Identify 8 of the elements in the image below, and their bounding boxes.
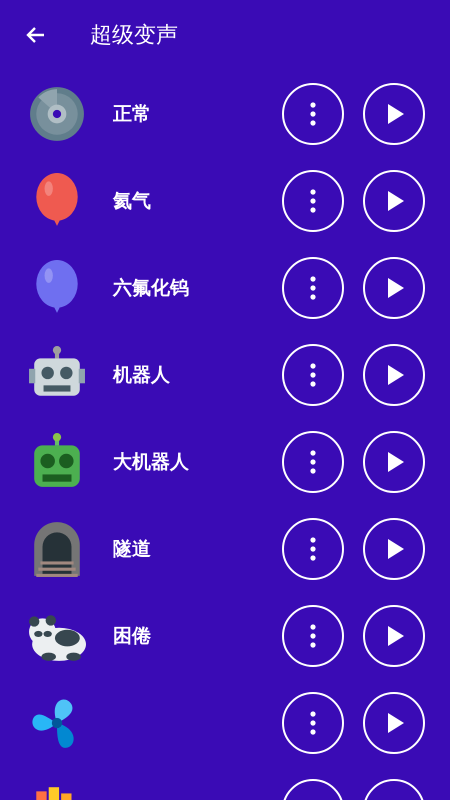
effect-name: 氦气 [113, 188, 152, 214]
effect-name: 困倦 [113, 624, 152, 648]
effect-name: 大机器人 [113, 450, 190, 474]
effect-name: 六氟化钨 [113, 276, 190, 300]
screen-title: 超级变声 [90, 22, 178, 50]
effect-name: 隧道 [113, 536, 152, 562]
effect-name: 正常 [113, 102, 152, 126]
effect-name: 机器人 [113, 362, 171, 388]
